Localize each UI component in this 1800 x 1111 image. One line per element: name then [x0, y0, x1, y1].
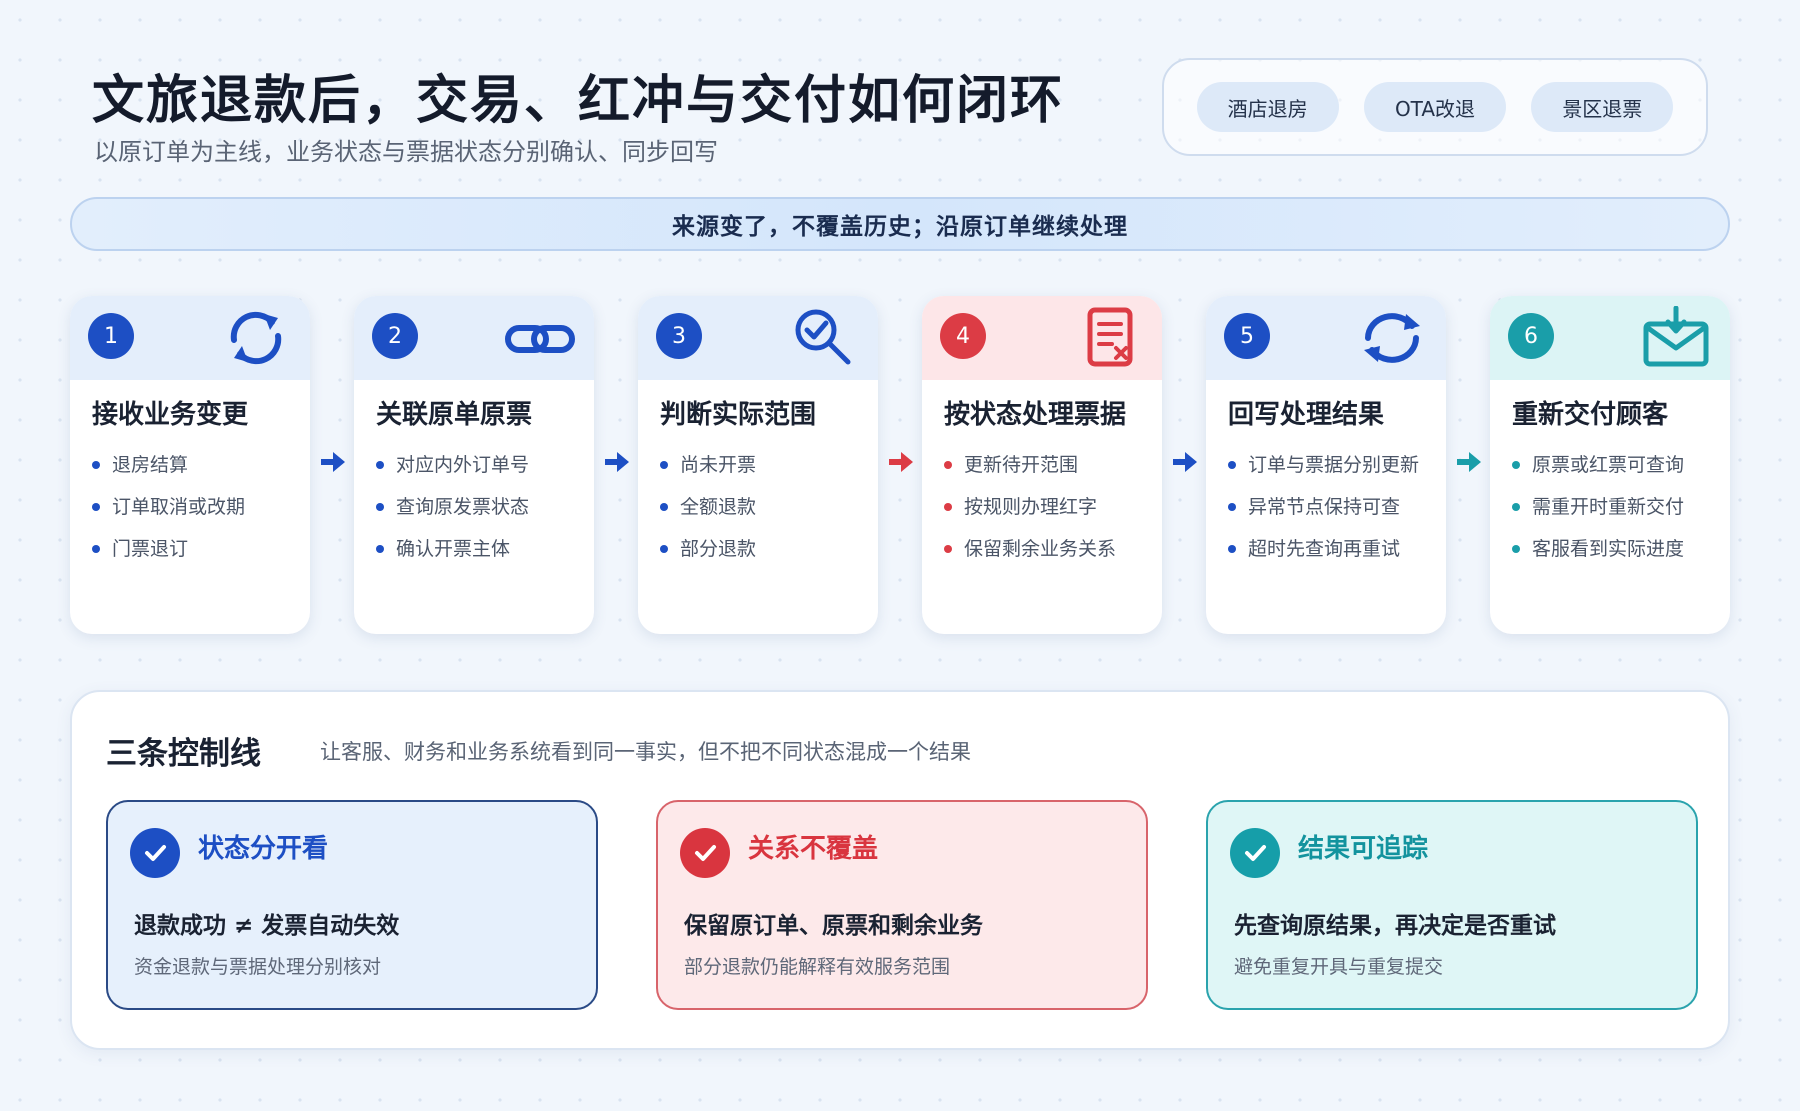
list-item: 保留剩余业务关系 [944, 528, 1116, 570]
step-title: 判断实际范围 [660, 400, 817, 430]
mail-inbox-icon [1643, 306, 1709, 367]
arrow-right-icon [321, 452, 345, 472]
list-item: 门票退订 [92, 528, 245, 570]
step-card-header: 6 [1490, 296, 1730, 380]
step-items: 更新待开范围 按规则办理红字 保留剩余业务关系 [944, 444, 1116, 570]
scenario-pill-ota[interactable]: OTA改退 [1363, 82, 1506, 132]
step-items: 尚未开票 全额退款 部分退款 [660, 444, 756, 570]
list-item: 异常节点保持可查 [1228, 486, 1419, 528]
arrow-right-icon [1173, 452, 1197, 472]
principle-banner: 来源变了，不覆盖历史；沿原订单继续处理 [70, 197, 1730, 251]
control-lines-panel: 三条控制线 让客服、财务和业务系统看到同一事实，但不把不同状态混成一个结果 状态… [70, 690, 1730, 1050]
list-item: 客服看到实际进度 [1512, 528, 1684, 570]
step-items: 订单与票据分别更新 异常节点保持可查 超时先查询再重试 [1228, 444, 1419, 570]
page-subtitle: 以原订单为主线，业务状态与票据状态分别确认、同步回写 [94, 138, 718, 166]
step-card-5: 5 回写处理结果 订单与票据分别更新 异常节点保持可查 超时先查询再重试 [1206, 296, 1446, 634]
step-card-header: 2 [354, 296, 594, 380]
step-card-header: 3 [638, 296, 878, 380]
magnifier-check-icon [795, 309, 851, 365]
step-items: 对应内外订单号 查询原发票状态 确认开票主体 [376, 444, 529, 570]
control-note: 资金退款与票据处理分别核对 [134, 956, 382, 978]
control-note: 部分退款仍能解释有效服务范围 [684, 956, 951, 978]
control-title: 结果可追踪 [1298, 834, 1429, 864]
list-item: 确认开票主体 [376, 528, 529, 570]
control-statement: 先查询原结果，再决定是否重试 [1234, 913, 1556, 939]
step-title: 关联原单原票 [376, 400, 533, 430]
arrow-right-icon [1457, 452, 1481, 472]
step-card-2: 2 关联原单原票 对应内外订单号 查询原发票状态 确认开票主体 [354, 296, 594, 634]
step-items: 退房结算 订单取消或改期 门票退订 [92, 444, 245, 570]
step-card-header: 1 [70, 296, 310, 380]
list-item: 订单取消或改期 [92, 486, 245, 528]
process-steps: 1 接收业务变更 退房结算 订单取消或改期 门票退订 2 关联原单原票 对应内外… [70, 296, 1730, 634]
check-circle-icon [680, 828, 730, 878]
list-item: 订单与票据分别更新 [1228, 444, 1419, 486]
step-number: 4 [940, 313, 986, 359]
list-item: 全额退款 [660, 486, 756, 528]
panel-title: 三条控制线 [106, 736, 261, 772]
step-card-6: 6 重新交付顾客 原票或红票可查询 需重开时重新交付 客服看到实际进度 [1490, 296, 1730, 634]
step-title: 按状态处理票据 [944, 400, 1127, 430]
step-number: 5 [1224, 313, 1270, 359]
control-card-relation: 关系不覆盖 保留原订单、原票和剩余业务 部分退款仍能解释有效服务范围 [656, 800, 1148, 1010]
list-item: 退房结算 [92, 444, 245, 486]
step-card-4: 4 按状态处理票据 更新待开范围 按规则办理红字 保留剩余业务关系 [922, 296, 1162, 634]
step-number: 2 [372, 313, 418, 359]
arrow-right-icon [889, 452, 913, 472]
step-card-header: 5 [1206, 296, 1446, 380]
page-title: 文旅退款后，交易、红冲与交付如何闭环 [92, 71, 1065, 131]
step-number: 3 [656, 313, 702, 359]
step-title: 重新交付顾客 [1512, 400, 1669, 430]
control-title: 状态分开看 [198, 834, 329, 864]
list-item: 按规则办理红字 [944, 486, 1116, 528]
sync-arrows-icon [230, 311, 282, 365]
list-item: 需重开时重新交付 [1512, 486, 1684, 528]
control-card-status: 状态分开看 退款成功 ≠ 发票自动失效 资金退款与票据处理分别核对 [106, 800, 598, 1010]
step-number: 1 [88, 313, 134, 359]
refresh-icon [1364, 313, 1420, 363]
control-statement: 保留原订单、原票和剩余业务 [684, 913, 983, 939]
scenario-pill-scenic[interactable]: 景区退票 [1531, 82, 1674, 132]
control-card-trace: 结果可追踪 先查询原结果，再决定是否重试 避免重复开具与重复提交 [1206, 800, 1698, 1010]
list-item: 查询原发票状态 [376, 486, 529, 528]
check-circle-icon [130, 828, 180, 878]
step-card-1: 1 接收业务变更 退房结算 订单取消或改期 门票退订 [70, 296, 310, 634]
scenario-pill-hotel[interactable]: 酒店退房 [1196, 82, 1339, 132]
step-title: 回写处理结果 [1228, 400, 1385, 430]
invoice-cancel-icon [1087, 307, 1133, 367]
control-statement: 退款成功 ≠ 发票自动失效 [134, 913, 400, 939]
list-item: 对应内外订单号 [376, 444, 529, 486]
list-item: 尚未开票 [660, 444, 756, 486]
step-number: 6 [1508, 313, 1554, 359]
control-note: 避免重复开具与重复提交 [1234, 956, 1444, 978]
list-item: 超时先查询再重试 [1228, 528, 1419, 570]
list-item: 原票或红票可查询 [1512, 444, 1684, 486]
step-card-header: 4 [922, 296, 1162, 380]
list-item: 部分退款 [660, 528, 756, 570]
link-icon [505, 325, 575, 353]
list-item: 更新待开范围 [944, 444, 1116, 486]
step-title: 接收业务变更 [92, 400, 249, 430]
control-title: 关系不覆盖 [748, 834, 879, 864]
check-circle-icon [1230, 828, 1280, 878]
scenario-tags: 酒店退房 OTA改退 景区退票 [1162, 58, 1708, 156]
step-card-3: 3 判断实际范围 尚未开票 全额退款 部分退款 [638, 296, 878, 634]
step-items: 原票或红票可查询 需重开时重新交付 客服看到实际进度 [1512, 444, 1684, 570]
panel-description: 让客服、财务和业务系统看到同一事实，但不把不同状态混成一个结果 [320, 740, 971, 764]
arrow-right-icon [605, 452, 629, 472]
